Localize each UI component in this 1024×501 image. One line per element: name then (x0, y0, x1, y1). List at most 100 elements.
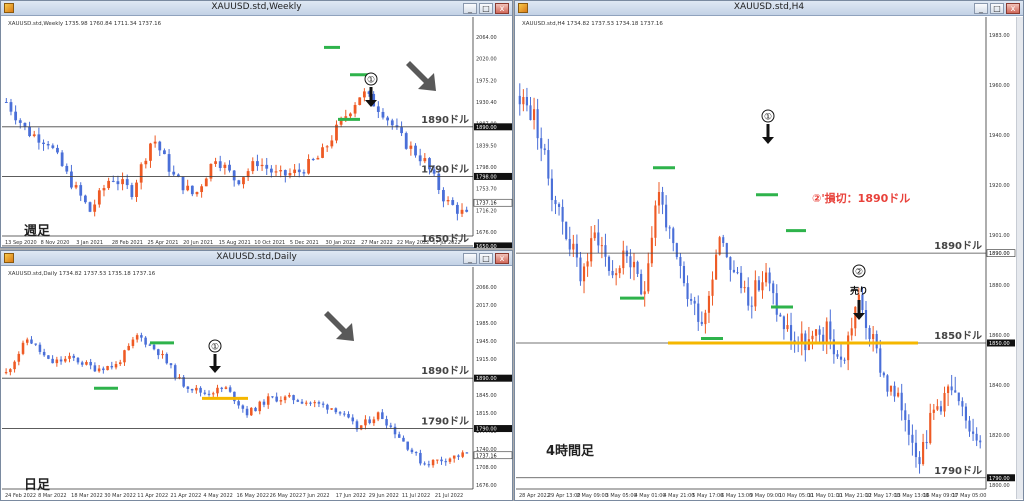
daily-chart-window[interactable]: XAUUSD.std,Daily _ □ x XAUUSD.std,Daily … (0, 250, 513, 501)
minimize-button[interactable]: _ (974, 3, 988, 14)
candle-body (818, 329, 821, 335)
daily-candlestick-chart[interactable]: XAUUSD.std,Daily 1734.82 1737.53 1735.18… (2, 267, 513, 501)
date-tick-label: 4 May 01:00 (635, 493, 666, 499)
price-level-label: 1890ドル (934, 240, 982, 252)
date-tick-label: 7 Jun 2022 (303, 493, 330, 499)
candle-body (839, 356, 843, 360)
price-tick-label: 1676.00 (476, 230, 497, 236)
window-titlebar[interactable]: XAUUSD.std,Weekly _ □ x (1, 1, 512, 16)
candle-body (64, 358, 67, 362)
candle-body (390, 120, 394, 126)
minimize-button[interactable]: _ (463, 3, 477, 14)
candle-body (223, 164, 227, 168)
candle-body (961, 401, 964, 407)
price-level-tag-text: 1850.00 (989, 341, 1010, 347)
window-titlebar[interactable]: XAUUSD.std,H4 _ □ x (515, 1, 1023, 16)
candle-body (42, 351, 46, 356)
weekly-chart-window[interactable]: XAUUSD.std,Weekly _ □ x XAUUSD.std,Weekl… (0, 0, 513, 248)
date-tick-label: 22 May 2022 (397, 240, 430, 246)
minimize-button[interactable]: _ (463, 253, 477, 264)
candle-body (968, 420, 971, 432)
candle-body (561, 206, 564, 222)
weekly-candlestick-chart[interactable]: XAUUSD.std,Weekly 1735.98 1760.84 1711.3… (2, 17, 513, 248)
close-button[interactable]: x (1006, 3, 1020, 14)
candle-body (313, 402, 316, 404)
maximize-button[interactable]: □ (479, 253, 493, 264)
candle-body (97, 190, 101, 205)
trend-arrow (320, 311, 354, 341)
candle-body (889, 385, 893, 392)
close-button[interactable]: x (495, 3, 509, 14)
step-two-marker: ② (855, 268, 863, 278)
candle-body (186, 386, 190, 389)
candle-body (409, 145, 413, 149)
date-tick-label: 30 Mar 2022 (104, 493, 136, 499)
candle-body (254, 407, 257, 412)
date-tick-label: 3 May 05:00 (606, 493, 637, 499)
candle-body (279, 170, 283, 172)
candle-body (70, 171, 73, 188)
maximize-button[interactable]: □ (990, 3, 1004, 14)
candle-body (47, 355, 50, 359)
candle-body (436, 459, 439, 461)
candle-body (107, 180, 111, 189)
candle-body (419, 452, 422, 464)
date-tick-label: 20 Jun 2021 (183, 240, 213, 246)
candle-body (572, 243, 575, 250)
candle-body (288, 173, 292, 176)
candle-body (460, 209, 464, 214)
candle-body (93, 204, 97, 212)
candle-body (269, 168, 273, 173)
candle-body (907, 419, 910, 435)
candle-body (118, 362, 122, 365)
candle-body (775, 293, 778, 315)
candle-body (300, 401, 304, 404)
chart-info-text: XAUUSD.std,Daily 1734.82 1737.53 1735.18… (8, 271, 156, 277)
maximize-button[interactable]: □ (479, 3, 493, 14)
candle-body (525, 96, 528, 106)
date-tick-label: 24 Feb 2022 (5, 493, 36, 499)
candle-body (536, 109, 539, 139)
candle-body (397, 434, 401, 438)
close-button[interactable]: x (495, 253, 509, 264)
window-titlebar[interactable]: XAUUSD.std,Daily _ □ x (1, 251, 512, 266)
h4-candlestick-chart[interactable]: XAUUSD.std,H4 1734.82 1737.53 1734.18 17… (516, 17, 1016, 501)
candle-body (922, 442, 925, 465)
price-level-tag-text: 1790.00 (989, 476, 1010, 482)
date-tick-label: 29 Jun 2022 (369, 493, 399, 499)
h4-chart-window[interactable]: XAUUSD.std,H4 _ □ x XAUUSD.std,H4 1734.8… (514, 0, 1024, 501)
candle-body (647, 263, 650, 292)
candle-body (893, 385, 896, 397)
candle-body (431, 459, 435, 466)
candle-body (307, 159, 310, 174)
candle-body (65, 165, 69, 172)
candle-body (732, 269, 736, 273)
candle-body (4, 372, 8, 374)
candle-body (338, 412, 342, 414)
candle-body (665, 204, 668, 228)
chart-plot-area[interactable]: XAUUSD.std,Daily 1734.82 1737.53 1735.18… (2, 267, 513, 501)
chart-plot-area[interactable]: XAUUSD.std,Weekly 1735.98 1760.84 1711.3… (2, 17, 513, 248)
candle-body (629, 256, 632, 268)
candle-body (293, 169, 297, 174)
candle-body (152, 344, 156, 350)
candle-body (139, 164, 143, 183)
vertical-scrollbar[interactable] (1016, 17, 1023, 499)
candle-body (317, 402, 321, 404)
candle-body (83, 195, 87, 203)
candle-body (979, 440, 982, 443)
chart-plot-area[interactable]: XAUUSD.std,H4 1734.82 1737.53 1734.18 17… (516, 17, 1016, 501)
candle-body (102, 188, 106, 191)
candle-body (153, 141, 157, 144)
candle-body (389, 425, 393, 427)
date-tick-label: 4 May 21:00 (663, 493, 694, 499)
price-tick-label: 2064.00 (476, 35, 497, 41)
candle-body (465, 452, 469, 454)
candle-body (600, 245, 603, 247)
candle-body (911, 434, 914, 443)
candle-body (23, 122, 27, 127)
candle-body (228, 387, 232, 392)
candle-body (190, 388, 194, 391)
candle-body (932, 409, 935, 413)
candle-body (111, 180, 115, 182)
